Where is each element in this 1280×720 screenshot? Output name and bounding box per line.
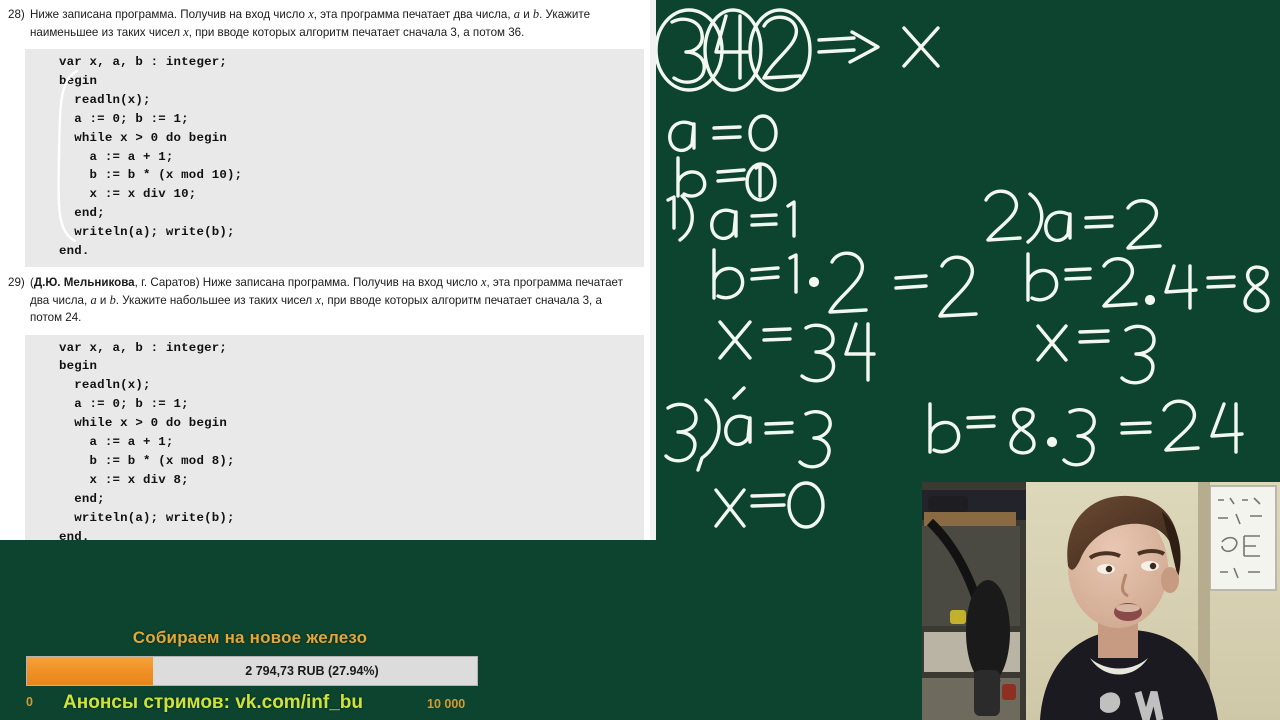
webcam-frame (922, 482, 1280, 720)
handwriting-board (656, 0, 1280, 540)
problem-29-statement: 29) (Д.Ю. Мельникова, г. Саратов) Ниже з… (0, 268, 650, 331)
donation-amount-label: 2 794,73 RUB (27.94%) (245, 664, 379, 678)
problem-28: 28) Ниже записана программа. Получив на … (0, 0, 650, 267)
problem-28-text-3: и (519, 8, 533, 21)
problem-29-text-4: . Укажите набольшее из таких чисел (115, 293, 316, 307)
donation-progress-bar: 2 794,73 RUB (27.94%) (26, 656, 478, 686)
webcam-feed (922, 482, 1280, 720)
problem-29-text-3: и (96, 293, 110, 307)
donation-scale-max: 10 000 (427, 697, 466, 711)
donation-title: Собираем на новое железо (132, 628, 368, 647)
problem-28-number: 28) (8, 8, 25, 21)
shared-document-pane: 28) Ниже записана программа. Получив на … (0, 0, 656, 540)
problem-29-code: var x, a, b : integer; begin readln(x); … (59, 340, 235, 541)
stream-stage: 28) Ниже записана программа. Получив на … (0, 0, 1280, 720)
problem-28-code-block: var x, a, b : integer; begin readln(x); … (25, 49, 644, 267)
stream-announce-link[interactable]: Анонсы стримов: vk.com/inf_bu (0, 692, 426, 714)
handwriting-strokes (656, 8, 1270, 529)
problem-28-text-5: , при вводе которых алгоритм печатает сн… (188, 25, 525, 39)
problem-28-code: var x, a, b : integer; begin readln(x); … (59, 55, 243, 259)
problem-29-text-1: , г. Саратов) Ниже записана программа. П… (134, 276, 481, 289)
webcam-overlay[interactable] (917, 477, 1280, 720)
problem-29: 29) (Д.Ю. Мельникова, г. Саратов) Ниже з… (0, 268, 650, 540)
problem-29-code-block: var x, a, b : integer; begin readln(x); … (25, 334, 644, 541)
problem-29-number: 29) (8, 276, 25, 289)
problem-28-text-2: , эта программа печатает два числа, (313, 8, 514, 21)
problem-29-author: Д.Ю. Мельникова (33, 276, 135, 289)
problem-28-statement: 28) Ниже записана программа. Получив на … (0, 0, 650, 45)
problem-28-text-1: Ниже записана программа. Получив на вход… (30, 8, 309, 21)
